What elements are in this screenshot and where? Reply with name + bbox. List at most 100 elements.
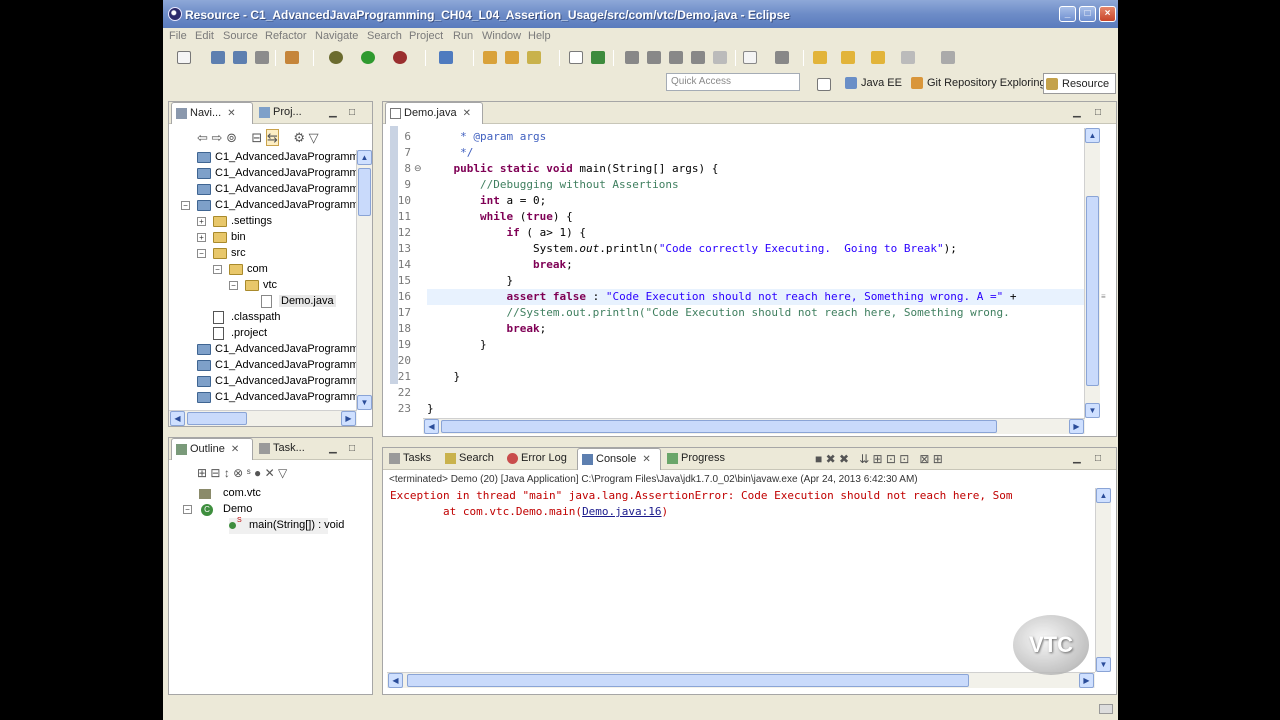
- navigator-item[interactable]: − src: [169, 246, 357, 262]
- view-menu-icon[interactable]: ▽: [309, 130, 319, 145]
- quick-access-input[interactable]: Quick Access: [666, 73, 800, 91]
- scroll-thumb[interactable]: [407, 674, 969, 687]
- scroll-down-icon[interactable]: ▼: [1085, 403, 1100, 418]
- collapse-icon[interactable]: −: [197, 249, 206, 258]
- scroll-right-icon[interactable]: ▶: [341, 411, 356, 426]
- open-type-icon[interactable]: [483, 51, 497, 64]
- next-icon[interactable]: [871, 51, 885, 64]
- hide-local-types-icon[interactable]: ✕: [265, 466, 275, 480]
- scroll-left-icon[interactable]: ◀: [424, 419, 439, 434]
- code-line[interactable]: //System.out.println("Code Execution sho…: [427, 306, 1009, 319]
- close-tab-icon[interactable]: ✕: [227, 108, 235, 119]
- close-tab-icon[interactable]: ✕: [463, 108, 471, 119]
- history-icon[interactable]: [775, 51, 789, 64]
- menu-refactor[interactable]: Refactor: [265, 30, 307, 42]
- expand-icon[interactable]: +: [197, 217, 206, 226]
- az-sort-icon[interactable]: ↕: [224, 466, 230, 480]
- next-annotation-icon[interactable]: [647, 51, 661, 64]
- show-on-output-icon[interactable]: ⊡: [899, 452, 909, 466]
- navigator-item[interactable]: + bin: [169, 230, 357, 246]
- remove-all-icon[interactable]: ✖: [839, 452, 849, 466]
- navigator-item[interactable]: − vtc: [169, 278, 357, 294]
- tab-error-log[interactable]: Error Log: [503, 448, 575, 470]
- tab-search[interactable]: Search: [441, 448, 501, 470]
- filter-icon[interactable]: ⚙: [293, 130, 305, 145]
- forward-icon[interactable]: [841, 51, 855, 64]
- code-line[interactable]: System.out.println("Code correctly Execu…: [427, 242, 957, 255]
- open-resource-icon[interactable]: [505, 51, 519, 64]
- scroll-thumb[interactable]: [358, 168, 371, 216]
- run-icon[interactable]: [361, 51, 375, 64]
- perspective-java-ee[interactable]: Java EE: [843, 73, 902, 94]
- code-line[interactable]: }: [427, 274, 513, 287]
- tab-project-explorer[interactable]: Proj...: [255, 102, 321, 124]
- scroll-right-icon[interactable]: ▶: [1079, 673, 1094, 688]
- outline-method[interactable]: S main(String[]) : void: [229, 517, 344, 534]
- hide-static-icon[interactable]: ˢ: [247, 466, 251, 480]
- menu-help[interactable]: Help: [528, 30, 551, 42]
- scroll-lock-icon[interactable]: ⇊: [859, 452, 869, 466]
- code-line[interactable]: break;: [427, 322, 546, 335]
- navigator-item[interactable]: C1_AdvancedJavaProgrammir: [169, 150, 357, 166]
- scroll-thumb[interactable]: [441, 420, 997, 433]
- navigator-item[interactable]: C1_AdvancedJavaProgrammir: [169, 390, 357, 406]
- console-vscroll[interactable]: ▲ ▼: [1095, 488, 1111, 672]
- collapse-icon[interactable]: ⊞: [197, 466, 207, 480]
- editor-hscroll[interactable]: ◀ ▶: [423, 418, 1085, 434]
- tab-demo-java[interactable]: Demo.java ✕: [385, 102, 483, 124]
- terminate-icon[interactable]: ■: [815, 452, 822, 466]
- scroll-thumb[interactable]: [1086, 196, 1099, 386]
- navigator-item[interactable]: − com: [169, 262, 357, 278]
- minimize-view-icon[interactable]: ▁: [329, 443, 337, 454]
- pin-editor-icon[interactable]: [901, 51, 915, 64]
- code-line[interactable]: while (true) {: [427, 210, 573, 223]
- menu-project[interactable]: Project: [409, 30, 443, 42]
- tab-progress[interactable]: Progress: [663, 448, 733, 470]
- menu-search[interactable]: Search: [367, 30, 402, 42]
- collapse-all-icon[interactable]: ⊟: [251, 130, 262, 145]
- navigator-hscroll[interactable]: ◀ ▶: [169, 410, 357, 426]
- tab-outline[interactable]: Outline ✕: [171, 438, 253, 460]
- perspective-git[interactable]: Git Repository Exploring: [909, 73, 1046, 94]
- code-area[interactable]: 6 * @param args 7 */ 8 ⊖ public static void…: [397, 130, 1085, 416]
- close-tab-icon[interactable]: ✕: [642, 454, 650, 465]
- navigator-item[interactable]: C1_AdvancedJavaProgrammir: [169, 342, 357, 358]
- minimize-button[interactable]: _: [1059, 6, 1076, 22]
- scroll-up-icon[interactable]: ▲: [357, 150, 372, 165]
- code-line[interactable]: * @param args: [427, 130, 546, 143]
- package-icon[interactable]: [285, 51, 299, 64]
- code-line[interactable]: }: [427, 338, 487, 351]
- code-line[interactable]: public static void main(String[] args) {: [427, 162, 719, 175]
- navigator-item[interactable]: − C1_AdvancedJavaProgrammir: [169, 198, 357, 214]
- code-line[interactable]: int a = 0;: [427, 194, 546, 207]
- stack-trace-link[interactable]: Demo.java:16: [582, 505, 661, 518]
- forward-icon[interactable]: ⇨: [212, 130, 223, 145]
- tab-console[interactable]: Console ✕: [577, 448, 661, 470]
- hide-fields-icon[interactable]: ⊗: [233, 466, 243, 480]
- prev-annotation-icon[interactable]: [669, 51, 683, 64]
- new-java-project-icon[interactable]: [439, 51, 453, 64]
- external-tools-icon[interactable]: [393, 51, 407, 64]
- file-icon[interactable]: [743, 51, 757, 64]
- view-menu-icon[interactable]: ▽: [278, 466, 287, 480]
- code-line[interactable]: }: [427, 370, 460, 383]
- navigator-item[interactable]: + .settings: [169, 214, 357, 230]
- code-line[interactable]: */: [427, 146, 473, 159]
- code-line[interactable]: break;: [427, 258, 573, 271]
- up-icon[interactable]: ⊚: [226, 130, 237, 145]
- new-icon[interactable]: [177, 51, 191, 64]
- tab-tasks[interactable]: Tasks: [385, 448, 439, 470]
- maximize-view-icon[interactable]: □: [349, 107, 355, 118]
- back-icon[interactable]: ⇦: [197, 130, 208, 145]
- word-wrap-icon[interactable]: ⊞: [872, 452, 882, 466]
- scroll-down-icon[interactable]: ▼: [357, 395, 372, 410]
- search-icon[interactable]: [527, 51, 541, 64]
- menu-edit[interactable]: Edit: [195, 30, 214, 42]
- toggle-mark-icon[interactable]: [569, 51, 583, 64]
- tab-tasks[interactable]: Task...: [255, 438, 321, 460]
- minimize-view-icon[interactable]: ▁: [329, 107, 337, 118]
- menu-window[interactable]: Window: [482, 30, 521, 42]
- close-button[interactable]: ×: [1099, 6, 1116, 22]
- scroll-thumb[interactable]: [187, 412, 247, 425]
- fold-icon[interactable]: ⊖: [414, 163, 422, 174]
